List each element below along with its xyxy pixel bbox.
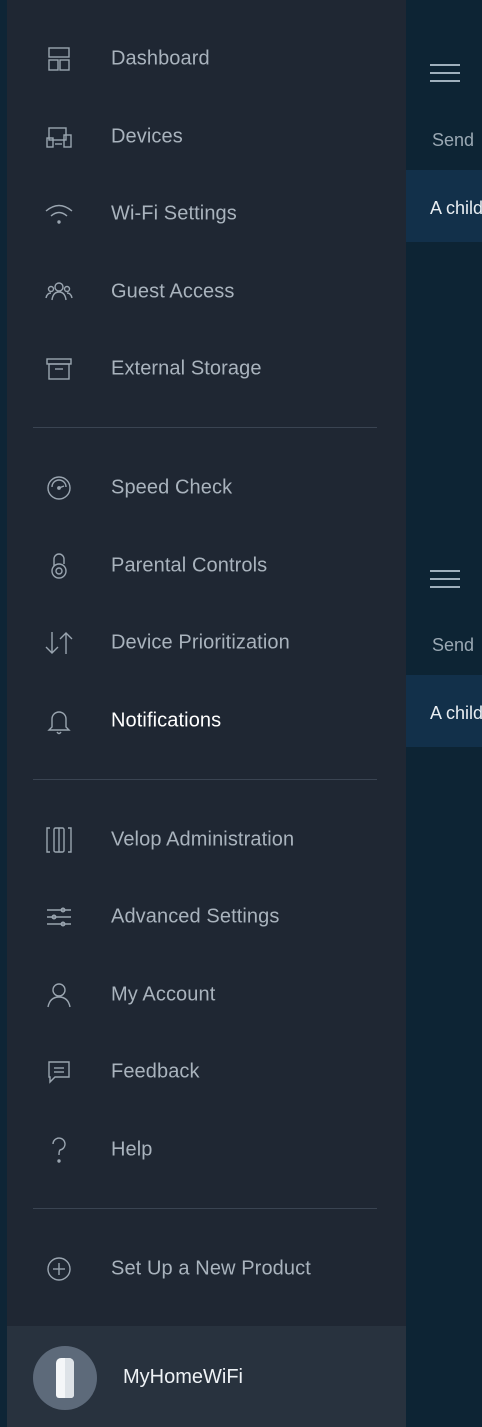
- wifi-icon: [45, 200, 73, 228]
- background-screen: Send A child Send A child: [406, 0, 482, 1427]
- menu-item-label: My Account: [111, 983, 216, 1006]
- menu-item-label: Set Up a New Product: [111, 1257, 311, 1280]
- menu-item-advanced-settings[interactable]: Advanced Settings: [7, 887, 406, 947]
- menu-item-velop-administration[interactable]: Velop Administration: [7, 810, 406, 870]
- divider: [33, 779, 377, 780]
- menu-item-label: Velop Administration: [111, 828, 295, 851]
- menu-item-parental-controls[interactable]: Parental Controls: [7, 536, 406, 596]
- menu-item-label: Dashboard: [111, 47, 210, 70]
- menu-item-help[interactable]: Help: [7, 1120, 406, 1180]
- menu-item-guest-access[interactable]: Guest Access: [7, 262, 406, 322]
- network-footer[interactable]: MyHomeWiFi: [7, 1326, 406, 1427]
- menu-item-feedback[interactable]: Feedback: [7, 1042, 406, 1102]
- storage-icon: [45, 355, 73, 383]
- navigation-drawer: Dashboard Devices Wi-Fi Settings Guest A…: [7, 0, 406, 1427]
- menu-item-label: Feedback: [111, 1060, 200, 1083]
- send-label: Send: [432, 130, 475, 150]
- menu-item-wifi-settings[interactable]: Wi-Fi Settings: [7, 184, 406, 244]
- child-text: A child: [430, 198, 482, 218]
- user-icon: [45, 981, 73, 1009]
- devices-icon: [45, 123, 73, 151]
- menu-item-label: Wi-Fi Settings: [111, 202, 237, 225]
- menu-item-devices[interactable]: Devices: [7, 107, 406, 167]
- divider: [33, 427, 377, 428]
- velop-node-icon: [56, 1358, 74, 1398]
- send-label: Send: [432, 635, 475, 655]
- menu-item-label: Parental Controls: [111, 554, 268, 577]
- menu-item-speed-check[interactable]: Speed Check: [7, 458, 406, 518]
- dashboard-icon: [45, 45, 73, 73]
- hamburger-menu-icon[interactable]: [430, 570, 460, 588]
- child-text: A child: [430, 703, 482, 723]
- add-circle-icon: [45, 1255, 73, 1283]
- menu-item-label: Device Prioritization: [111, 631, 290, 654]
- menu-item-label: Advanced Settings: [111, 905, 280, 928]
- menu-item-external-storage[interactable]: External Storage: [7, 339, 406, 399]
- menu-item-label: Guest Access: [111, 280, 235, 303]
- network-name: MyHomeWiFi: [123, 1366, 243, 1388]
- menu-item-label: Notifications: [111, 709, 222, 732]
- menu-item-dashboard[interactable]: Dashboard: [7, 29, 406, 89]
- question-icon: [45, 1136, 73, 1164]
- sliders-icon: [45, 903, 73, 931]
- menu-item-device-prioritization[interactable]: Device Prioritization: [7, 613, 406, 673]
- menu-item-label: Devices: [111, 125, 183, 148]
- priority-arrows-icon: [45, 629, 73, 657]
- menu-item-label: Speed Check: [111, 476, 233, 499]
- velop-node-icon: [45, 826, 73, 854]
- menu-item-notifications[interactable]: Notifications: [7, 691, 406, 751]
- hamburger-menu-icon[interactable]: [430, 64, 460, 82]
- velop-node-avatar: [33, 1346, 97, 1410]
- bell-icon: [45, 707, 73, 735]
- lock-icon: [45, 552, 73, 580]
- menu-item-my-account[interactable]: My Account: [7, 965, 406, 1025]
- divider: [33, 1208, 377, 1209]
- menu-item-label: External Storage: [111, 357, 262, 380]
- guest-icon: [45, 278, 73, 306]
- menu-item-label: Help: [111, 1138, 153, 1161]
- menu-item-set-up-new-product[interactable]: Set Up a New Product: [7, 1239, 406, 1299]
- chat-icon: [45, 1058, 73, 1086]
- speedometer-icon: [45, 474, 73, 502]
